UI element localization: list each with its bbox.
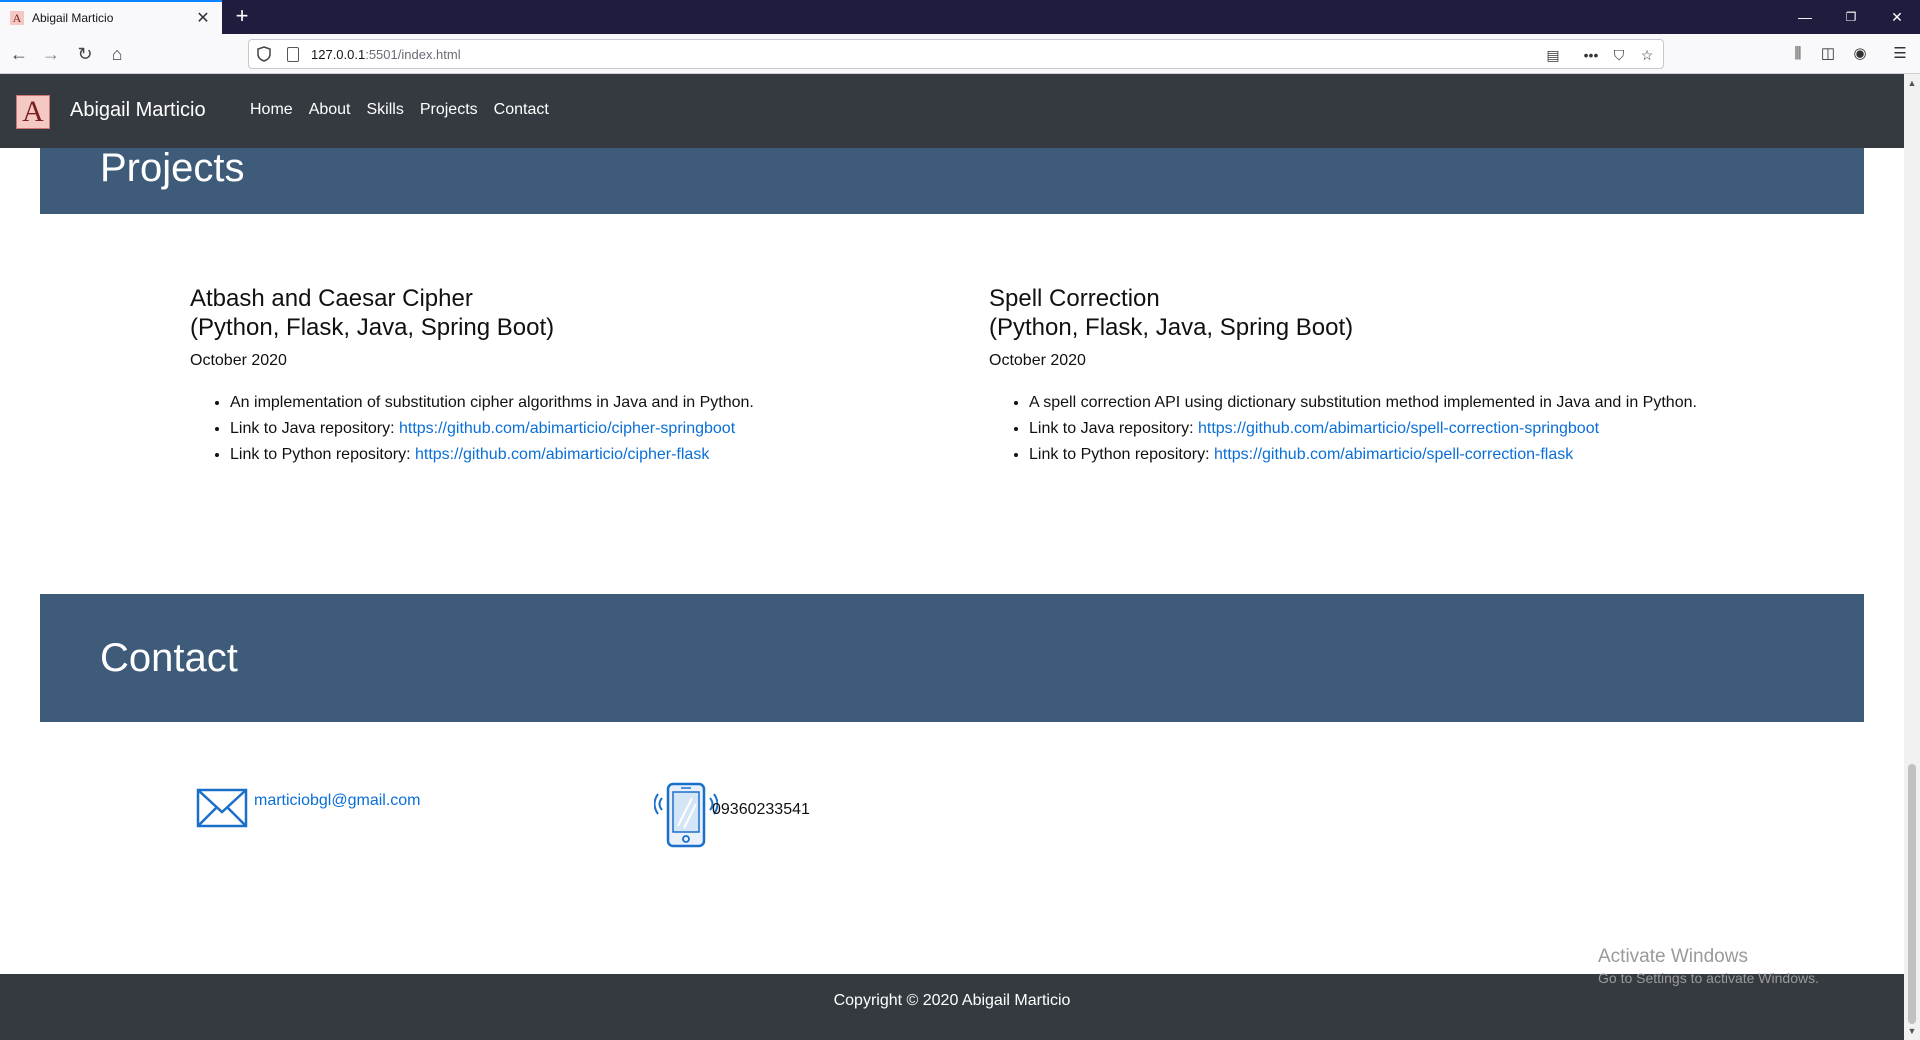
more-actions-icon[interactable]: ••• [1581,45,1601,65]
java-repo-item: Link to Java repository: https://github.… [230,416,950,442]
email-link[interactable]: marticiobgl@gmail.com [254,792,421,810]
python-repo-item: Link to Python repository: https://githu… [1029,442,1869,468]
url-text[interactable]: 127.0.0.1:5501/index.html [311,47,461,62]
phone-contact: 09360233541 [654,782,810,848]
project-card: Atbash and Caesar Cipher (Python, Flask,… [190,284,950,468]
python-repo-link[interactable]: https://github.com/abimarticio/spell-cor… [1214,446,1573,463]
projects-heading: Projects [100,146,245,190]
java-repo-link[interactable]: https://github.com/abimarticio/spell-cor… [1198,420,1599,437]
watermark-title: Activate Windows [1598,946,1748,967]
watermark-subtitle: Go to Settings to activate Windows. [1598,970,1819,986]
project-date: October 2020 [190,352,287,369]
reload-button[interactable]: ↻ [72,41,98,67]
scroll-thumb[interactable] [1908,764,1916,1024]
project-description: A spell correction API using dictionary … [1029,390,1869,416]
contact-heading: Contact [100,636,238,680]
pocket-icon[interactable]: ⛉ [1609,45,1629,65]
tab-close-icon[interactable]: ✕ [192,8,214,28]
browser-titlebar: A Abigail Marticio ✕ + — ❐ ✕ [0,0,1920,34]
nav-projects[interactable]: Projects [420,101,478,119]
python-repo-item: Link to Python repository: https://githu… [230,442,950,468]
project-details: An implementation of substitution cipher… [190,390,950,468]
shield-icon [257,46,271,62]
bookmark-star-icon[interactable]: ☆ [1637,45,1657,65]
restore-button[interactable]: ❐ [1828,0,1874,34]
project-title-line1: Atbash and Caesar Cipher [190,285,473,312]
python-repo-label: Link to Python repository: [1029,446,1214,463]
menu-icon[interactable]: ☰ [1888,42,1912,66]
project-title-line2: (Python, Flask, Java, Spring Boot) [190,314,555,341]
phone-icon [654,782,718,848]
copyright-text: Copyright © 2020 Abigail Marticio [833,992,1071,1009]
new-tab-button[interactable]: + [230,4,254,30]
java-repo-label: Link to Java repository: [230,420,399,437]
project-title-line1: Spell Correction [989,285,1160,312]
email-contact: marticiobgl@gmail.com [196,788,421,828]
project-title: Spell Correction (Python, Flask, Java, S… [989,284,1869,342]
java-repo-label: Link to Java repository: [1029,420,1198,437]
nav-contact[interactable]: Contact [494,101,549,119]
project-description: An implementation of substitution cipher… [230,390,950,416]
page-viewport: Projects A Abigail Marticio Home About S… [0,74,1904,1040]
forward-button[interactable]: → [38,41,64,67]
nav-about[interactable]: About [309,101,351,119]
nav-links: Home About Skills Projects Contact [250,101,549,119]
project-date: October 2020 [989,352,1086,369]
java-repo-link[interactable]: https://github.com/abimarticio/cipher-sp… [399,420,735,437]
site-navbar: A Abigail Marticio Home About Skills Pro… [0,74,1904,148]
browser-tab[interactable]: A Abigail Marticio ✕ [0,0,222,34]
envelope-icon [196,788,248,828]
tab-title: Abigail Marticio [32,11,114,25]
python-repo-label: Link to Python repository: [230,446,415,463]
account-icon[interactable]: ◉ [1848,42,1872,66]
project-card: Spell Correction (Python, Flask, Java, S… [989,284,1869,468]
python-repo-link[interactable]: https://github.com/abimarticio/cipher-fl… [415,446,709,463]
home-button[interactable]: ⌂ [104,41,130,67]
java-repo-item: Link to Java repository: https://github.… [1029,416,1869,442]
sidebar-icon[interactable]: ◫ [1816,42,1840,66]
phone-number: 09360233541 [712,801,810,818]
scroll-up-icon[interactable]: ▲ [1907,78,1917,88]
brand-name[interactable]: Abigail Marticio [70,99,206,122]
page-scrollbar[interactable]: ▲ ▼ [1904,74,1920,1040]
activate-windows-watermark: Activate Windows Go to Settings to activ… [1598,946,1819,986]
brand-logo-icon[interactable]: A [16,95,50,129]
tab-favicon-icon: A [10,11,24,25]
reader-view-icon[interactable]: ▤ [1543,45,1563,65]
scroll-down-icon[interactable]: ▼ [1907,1026,1917,1036]
close-window-button[interactable]: ✕ [1874,0,1920,34]
back-button[interactable]: ← [6,41,32,67]
project-details: A spell correction API using dictionary … [989,390,1869,468]
project-title: Atbash and Caesar Cipher (Python, Flask,… [190,284,950,342]
minimize-button[interactable]: — [1782,0,1828,34]
url-path: :5501/index.html [365,47,461,62]
url-bar[interactable]: 127.0.0.1:5501/index.html ▤ ••• ⛉ ☆ [248,39,1664,69]
library-icon[interactable]: ⫼ [1786,42,1810,66]
project-title-line2: (Python, Flask, Java, Spring Boot) [989,314,1354,341]
contact-banner: Contact [40,594,1864,722]
url-host: 127.0.0.1 [311,47,366,62]
nav-skills[interactable]: Skills [367,101,404,119]
page-icon [287,47,299,62]
browser-toolbar: ← → ↻ ⌂ 127.0.0.1:5501/index.html ▤ ••• … [0,34,1920,74]
nav-home[interactable]: Home [250,101,293,119]
